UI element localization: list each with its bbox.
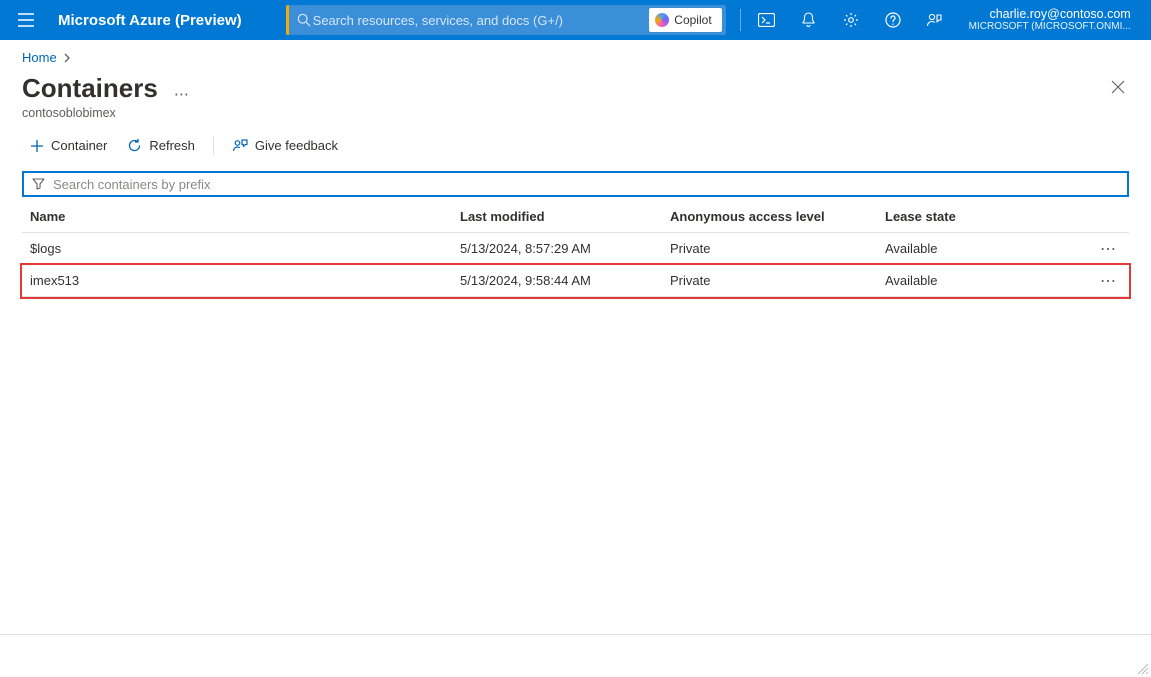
table-row[interactable]: $logs5/13/2024, 8:57:29 AMPrivateAvailab… <box>22 233 1129 265</box>
cell-modified: 5/13/2024, 9:58:44 AM <box>460 273 670 288</box>
cell-name: $logs <box>30 241 460 256</box>
copilot-button[interactable]: Copilot <box>649 8 721 32</box>
azure-topbar: Microsoft Azure (Preview) Copilot charli… <box>0 0 1151 40</box>
user-account-button[interactable]: charlie.roy@contoso.com MICROSOFT (MICRO… <box>963 4 1137 37</box>
topbar-left: Microsoft Azure (Preview) Copilot <box>10 4 726 36</box>
refresh-label: Refresh <box>149 138 195 153</box>
user-email: charlie.roy@contoso.com <box>969 8 1131 22</box>
cell-access: Private <box>670 241 885 256</box>
cell-lease: Available <box>885 241 1071 256</box>
page-subtitle: contosoblobimex <box>0 106 1151 120</box>
cell-access: Private <box>670 273 885 288</box>
hamburger-menu-icon[interactable] <box>10 4 42 36</box>
title-more-icon[interactable]: ⋯ <box>174 85 190 103</box>
cell-lease: Available <box>885 273 1071 288</box>
containers-table: Name Last modified Anonymous access leve… <box>22 201 1129 297</box>
footer-divider <box>0 634 1151 635</box>
page-title: Containers <box>22 73 158 104</box>
global-search-input[interactable] <box>311 12 650 29</box>
breadcrumb-home[interactable]: Home <box>22 50 57 65</box>
filter-input[interactable] <box>51 176 1119 193</box>
row-more-icon[interactable]: ⋯ <box>1071 239 1121 259</box>
chevron-right-icon <box>63 53 71 63</box>
add-container-label: Container <box>51 138 107 153</box>
filter-icon <box>32 178 45 190</box>
row-more-icon[interactable]: ⋯ <box>1071 271 1121 291</box>
filter-containers[interactable] <box>22 171 1129 197</box>
search-icon <box>297 13 311 27</box>
notifications-icon[interactable] <box>789 0 829 40</box>
col-modified[interactable]: Last modified <box>460 209 670 224</box>
feedback-icon <box>232 138 248 153</box>
col-name[interactable]: Name <box>30 209 460 224</box>
add-container-button[interactable]: Container <box>22 134 115 157</box>
close-blade-button[interactable] <box>1105 74 1131 100</box>
help-icon[interactable] <box>873 0 913 40</box>
user-tenant: MICROSOFT (MICROSOFT.ONMI... <box>969 21 1131 32</box>
table-header-row: Name Last modified Anonymous access leve… <box>22 201 1129 233</box>
refresh-button[interactable]: Refresh <box>119 134 203 157</box>
topbar-divider <box>740 9 741 31</box>
col-lease[interactable]: Lease state <box>885 209 1071 224</box>
resize-handle-icon[interactable] <box>1135 661 1149 675</box>
copilot-label: Copilot <box>674 13 711 27</box>
col-access[interactable]: Anonymous access level <box>670 209 885 224</box>
global-search[interactable]: Copilot <box>286 5 726 35</box>
give-feedback-label: Give feedback <box>255 138 338 153</box>
feedback-person-icon[interactable] <box>915 0 955 40</box>
plus-icon <box>30 139 44 153</box>
refresh-icon <box>127 138 142 153</box>
table-row[interactable]: imex5135/13/2024, 9:58:44 AMPrivateAvail… <box>22 265 1129 297</box>
breadcrumb: Home <box>0 40 1151 69</box>
give-feedback-button[interactable]: Give feedback <box>224 134 346 157</box>
page-header: Containers ⋯ <box>0 69 1151 104</box>
cell-name: imex513 <box>30 273 460 288</box>
copilot-icon <box>655 13 669 27</box>
toolbar-separator <box>213 137 214 155</box>
brand-label[interactable]: Microsoft Azure (Preview) <box>58 12 242 29</box>
settings-gear-icon[interactable] <box>831 0 871 40</box>
command-bar: Container Refresh Give feedback <box>0 120 1151 167</box>
cell-modified: 5/13/2024, 8:57:29 AM <box>460 241 670 256</box>
cloud-shell-icon[interactable] <box>747 0 787 40</box>
topbar-icons <box>747 0 955 40</box>
